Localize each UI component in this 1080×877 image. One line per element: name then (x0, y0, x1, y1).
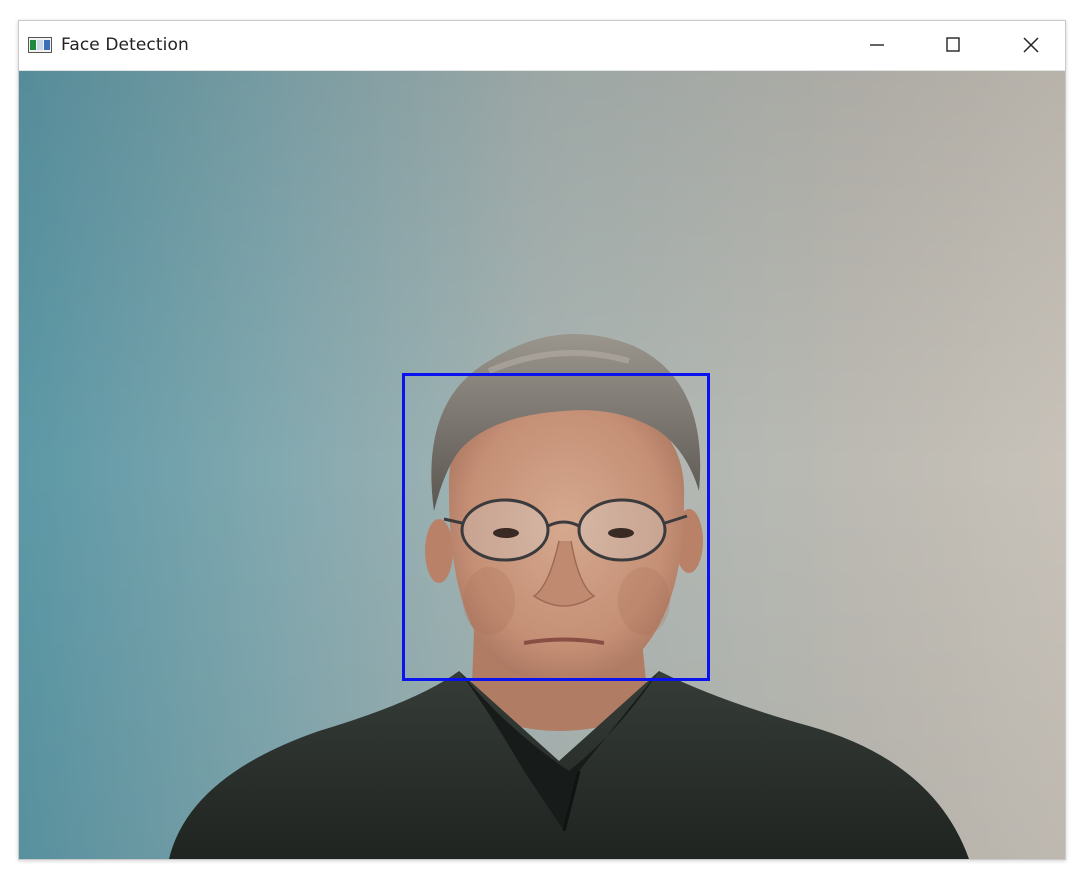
face-detection-window: Face Detection (18, 20, 1066, 860)
minimize-button[interactable] (847, 21, 907, 70)
maximize-button[interactable] (923, 21, 983, 70)
minimize-icon (870, 44, 884, 46)
close-icon (1023, 37, 1039, 53)
face-bounding-box (402, 373, 710, 681)
maximize-icon (946, 37, 960, 52)
camera-frame (19, 71, 1065, 859)
close-button[interactable] (999, 21, 1059, 70)
window-title: Face Detection (61, 35, 189, 55)
title-bar[interactable]: Face Detection (19, 21, 1065, 71)
opencv-window-icon (28, 37, 52, 53)
